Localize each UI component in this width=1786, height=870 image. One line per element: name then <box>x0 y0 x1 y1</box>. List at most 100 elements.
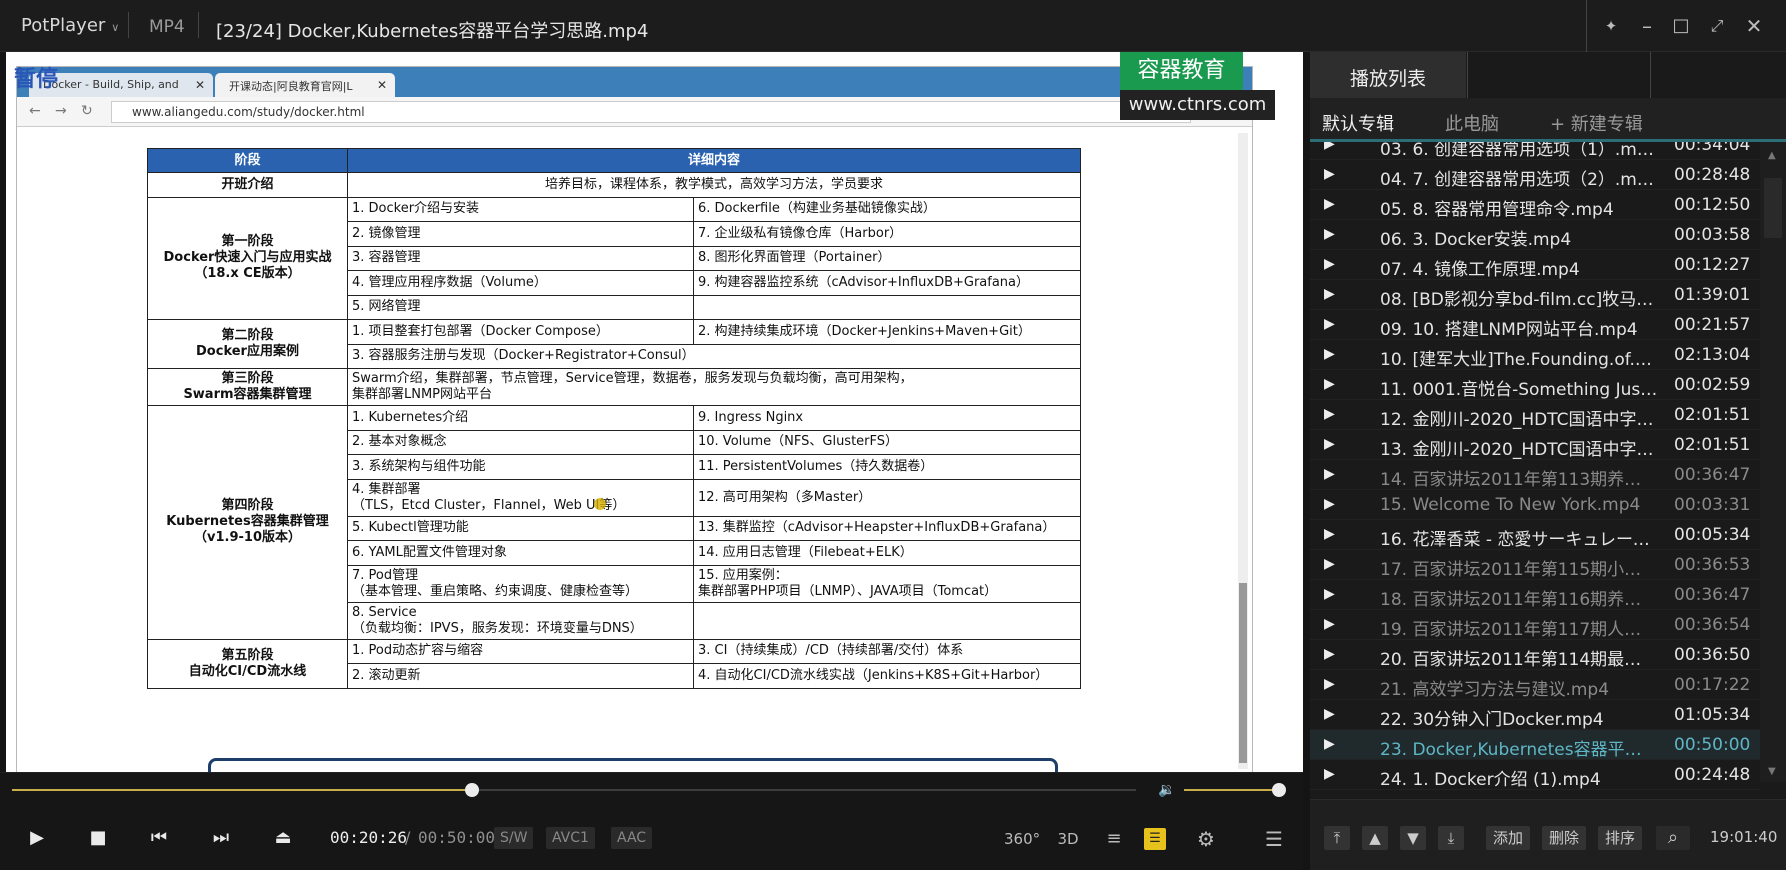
playlist-item[interactable]: ▶ 24. 1. Docker介绍 (1).mp4 00:24:48 <box>1310 760 1760 790</box>
delete-button[interactable]: 删除 <box>1542 826 1586 850</box>
playlist-item-name: 24. 1. Docker介绍 (1).mp4 <box>1380 770 1601 790</box>
eject-button[interactable]: ⏏ <box>268 823 298 853</box>
video-area[interactable]: Docker - Build, Ship, and ✕ 开课动态|阿良教育官网|L… <box>6 52 1303 772</box>
play-icon: ▶ <box>1324 466 1335 482</box>
fullscreen-icon[interactable]: ⤢ <box>1703 12 1731 40</box>
table-cell: 8. 图形化界面管理（Portainer） <box>693 245 1081 271</box>
format-label: MP4 <box>149 17 185 37</box>
tab-default-album[interactable]: 默认专辑 <box>1322 110 1394 136</box>
playlist-item[interactable]: ▶ 06. 3. Docker安装.mp4 00:03:58 <box>1310 220 1760 250</box>
playlist-item-duration: 02:01:51 <box>1674 405 1751 425</box>
playlist-item[interactable]: ▶ 07. 4. 镜像工作原理.mp4 00:12:27 <box>1310 250 1760 280</box>
playlist-item[interactable]: ▶ 16. 花澤香菜 - 恋愛サーキュレーシ... 00:05:34 <box>1310 520 1760 550</box>
playlist-item[interactable]: ▶ 21. 高效学习方法与建议.mp4 00:17:22 <box>1310 670 1760 700</box>
stop-button[interactable]: ■ <box>83 823 113 853</box>
playlist-item-name: 11. 0001.音悦台-Something Just Like T... <box>1380 380 1658 400</box>
playlist-item[interactable]: ▶ 19. 百家讲坛2011年第117期人但有恒... 00:36:54 <box>1310 610 1760 640</box>
table-cell: 13. 集群监控（cAdvisor+Heapster+InfluxDB+Graf… <box>693 515 1081 541</box>
playlist-item[interactable]: ▶ 13. 金刚川-2020_HDTC国语中字.mp4 02:01:51 <box>1310 430 1760 460</box>
pin-icon[interactable]: ✦ <box>1597 12 1625 40</box>
play-icon: ▶ <box>1324 346 1335 362</box>
volume-slider[interactable] <box>1184 789 1279 791</box>
browser-tab-label: Docker - Build, Ship, and <box>43 78 179 91</box>
playlist-item[interactable]: ▶ 10. [建军大业]The.Founding.of.an.Arm... 02:1… <box>1310 340 1760 370</box>
audio-codec-badge[interactable]: AAC <box>611 827 653 849</box>
playlist-item-name: 07. 4. 镜像工作原理.mp4 <box>1380 260 1580 280</box>
table-cell: 15. 应用案例： 集群部署PHP项目（LNMP）、JAVA项目（Tomcat） <box>693 564 1081 603</box>
playlist-item-duration: 01:39:01 <box>1674 285 1751 305</box>
table-cell: 3. CI（持续集成）/CD（持续部署/交付）体系 <box>693 638 1081 664</box>
playlist-item[interactable]: ▶ 17. 百家讲坛2011年第115期小家里的... 00:36:53 <box>1310 550 1760 580</box>
table-cell: 7. Pod管理 （基本管理、重启策略、约束调度、健康检查等） <box>347 564 694 603</box>
playlist-item[interactable]: ▶ 11. 0001.音悦台-Something Just Like T... 00… <box>1310 370 1760 400</box>
play-icon: ▶ <box>1324 166 1335 182</box>
sw-decoder-badge[interactable]: S/W <box>494 827 534 849</box>
browser-tab-strip: Docker - Build, Ship, and ✕ 开课动态|阿良教育官网|L… <box>17 67 1252 97</box>
playlist-item[interactable]: ▶ 04. 7. 创建容器常用选项（2）.mp4 00:28:48 <box>1310 160 1760 190</box>
seek-bar[interactable] <box>472 789 1136 791</box>
playlist-item[interactable]: ▶ 14. 百家讲坛2011年第113期养得胸中... 00:36:47 <box>1310 460 1760 490</box>
seek-handle[interactable] <box>465 783 479 797</box>
playlist-item[interactable]: ▶ 08. [BD影视分享bd-film.cc]牧马人.The... 01:39:0… <box>1310 280 1760 310</box>
3d-icon[interactable]: 3D <box>1050 825 1086 853</box>
potplayer-window: PotPlayer ∨ MP4 [23/24] Docker,Kubernetes… <box>0 0 1786 870</box>
maximize-button[interactable]: □ <box>1667 12 1695 40</box>
playlist-item[interactable]: ▶ 09. 10. 搭建LNMP网站平台.mp4 00:21:57 <box>1310 310 1760 340</box>
360-icon[interactable]: 360° <box>1004 825 1040 853</box>
sort-button[interactable]: 排序 <box>1598 826 1642 850</box>
playlist-item-duration: 00:36:54 <box>1674 615 1751 635</box>
move-bottom-icon[interactable]: ⤓ <box>1438 826 1464 850</box>
app-menu-button[interactable]: PotPlayer ∨ <box>21 15 119 36</box>
scroll-thumb[interactable] <box>1764 178 1782 238</box>
volume-icon[interactable]: 🔉 <box>1158 782 1175 798</box>
move-down-icon[interactable]: ▼ <box>1400 826 1426 850</box>
search-icon[interactable]: ⌕ <box>1656 826 1690 850</box>
table-cell: 3. 容器服务注册与发现（Docker+Registrator+Consul） <box>347 343 1081 369</box>
next-button[interactable]: ⏭ <box>206 823 236 853</box>
playlist-item-name: 10. [建军大业]The.Founding.of.an.Arm... <box>1380 350 1658 370</box>
play-icon: ▶ <box>1324 406 1335 422</box>
table-cell: 5. 网络管理 <box>347 294 694 320</box>
play-button[interactable]: ▶ <box>22 823 52 853</box>
move-up-icon[interactable]: ▲ <box>1362 826 1388 850</box>
tab-new-album[interactable]: + 新建专辑 <box>1550 110 1643 136</box>
volume-handle[interactable] <box>1272 783 1286 797</box>
playlist-item-duration: 00:36:47 <box>1674 465 1751 485</box>
menu-icon[interactable]: ☰ <box>1256 825 1292 853</box>
move-top-icon[interactable]: ⤒ <box>1324 826 1350 850</box>
chevron-down-icon: ∨ <box>111 21 120 34</box>
playlist-item-duration: 00:03:31 <box>1674 495 1751 515</box>
video-codec-badge[interactable]: AVC1 <box>546 827 595 849</box>
playlist-item-name: 14. 百家讲坛2011年第113期养得胸中... <box>1380 470 1658 490</box>
playlist-item[interactable]: ▶ 15. Welcome To New York.mp4 00:03:31 <box>1310 490 1760 520</box>
seek-bar-played[interactable] <box>12 789 472 791</box>
playlist-item-duration: 00:36:53 <box>1674 555 1751 575</box>
play-icon: ▶ <box>1324 142 1335 152</box>
playlist-item[interactable]: ▶ 03. 6. 创建容器常用选项（1）.mp4 00:34:04 <box>1310 142 1760 160</box>
playlist-item[interactable]: ▶ 18. 百家讲坛2011年第116期养活一团... 00:36:47 <box>1310 580 1760 610</box>
playlist-item-duration: 01:05:34 <box>1674 705 1751 725</box>
playlist-item[interactable]: ▶ 05. 8. 容器常用管理命令.mp4 00:12:50 <box>1310 190 1760 220</box>
playlist-toggle-icon[interactable]: ☰ <box>1144 828 1166 850</box>
playlist-scrollbar[interactable]: ▲ ▼ <box>1760 142 1786 782</box>
tab-this-pc[interactable]: 此电脑 <box>1445 110 1499 136</box>
play-icon: ▶ <box>1324 196 1335 212</box>
minimize-button[interactable]: – <box>1633 12 1661 40</box>
tab-playlist[interactable]: 播放列表 <box>1310 52 1466 98</box>
previous-button[interactable]: ⏮ <box>144 823 174 853</box>
close-button[interactable]: ✕ <box>1740 12 1768 40</box>
search-icon[interactable]: ≡ <box>1096 825 1132 853</box>
table-cell: 7. 企业级私有镜像仓库（Harbor） <box>693 221 1081 247</box>
playlist-item[interactable]: ▶ 22. 30分钟入门Docker.mp4 01:05:34 <box>1310 700 1760 730</box>
divider <box>1586 0 1587 52</box>
scroll-up-icon[interactable]: ▲ <box>1768 150 1776 161</box>
playlist-item[interactable]: ▶ 23. Docker,Kubernetes容器平台学习... 00:50:00 <box>1310 730 1760 760</box>
playlist-item[interactable]: ▶ 20. 百家讲坛2011年第114期最败人的... 00:36:50 <box>1310 640 1760 670</box>
playlist-item[interactable]: ▶ 12. 金刚川-2020_HDTC国语中字.mp4 02:01:51 <box>1310 400 1760 430</box>
playlist-item-duration: 00:24:48 <box>1674 765 1751 785</box>
gear-icon[interactable]: ⚙ <box>1188 825 1224 853</box>
playlist-item-duration: 00:12:27 <box>1674 255 1751 275</box>
scroll-down-icon[interactable]: ▼ <box>1768 766 1776 777</box>
add-button[interactable]: 添加 <box>1486 826 1530 850</box>
table-cell: 1. Docker介绍与安装 <box>347 196 694 222</box>
